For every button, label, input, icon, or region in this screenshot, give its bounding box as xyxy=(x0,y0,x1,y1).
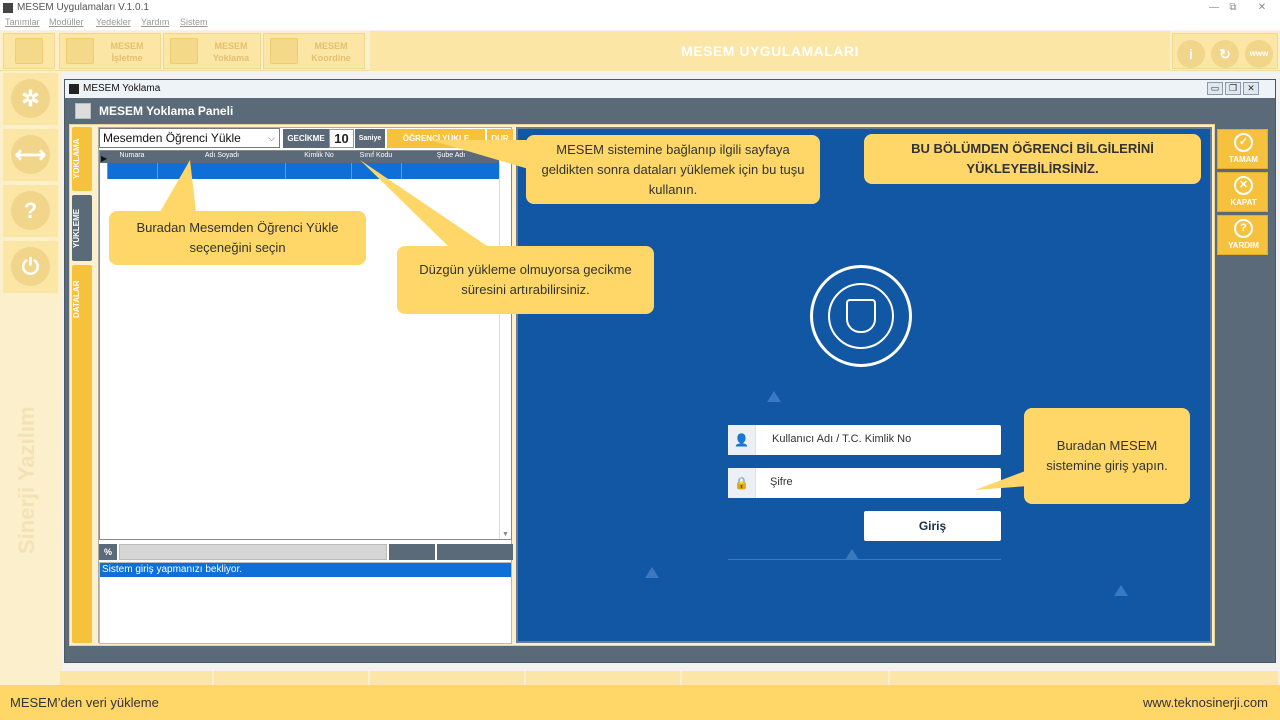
status-segment xyxy=(370,671,524,685)
status-segment xyxy=(526,671,680,685)
pointer-delay xyxy=(360,160,490,248)
callout-delay: Düzgün yükleme olmuyorsa gecikme süresin… xyxy=(397,246,654,314)
footer: MESEM’den veri yükleme www.teknosinerji.… xyxy=(0,685,1280,720)
status-segment xyxy=(682,671,888,685)
pointer-login xyxy=(975,470,1028,490)
statusbar xyxy=(0,671,1280,685)
callout-pointers xyxy=(160,140,1028,490)
footer-website: www.teknosinerji.com xyxy=(1143,695,1268,710)
pointer-load xyxy=(430,140,532,170)
pointer-select xyxy=(160,160,196,212)
callout-load: MESEM sistemine bağlanıp ilgili sayfaya … xyxy=(526,135,820,204)
status-segment xyxy=(214,671,368,685)
callout-section: BU BÖLÜMDEN ÖĞRENCİ BİLGİLERİNİ YÜKLEYEB… xyxy=(864,134,1201,184)
status-segment xyxy=(890,671,1278,685)
footer-caption: MESEM’den veri yükleme xyxy=(10,695,159,710)
callout-select: Buradan Mesemden Öğrenci Yükle seçeneğin… xyxy=(109,211,366,265)
callout-login: Buradan MESEM sistemine giriş yapın. xyxy=(1024,408,1190,504)
status-segment xyxy=(60,671,212,685)
